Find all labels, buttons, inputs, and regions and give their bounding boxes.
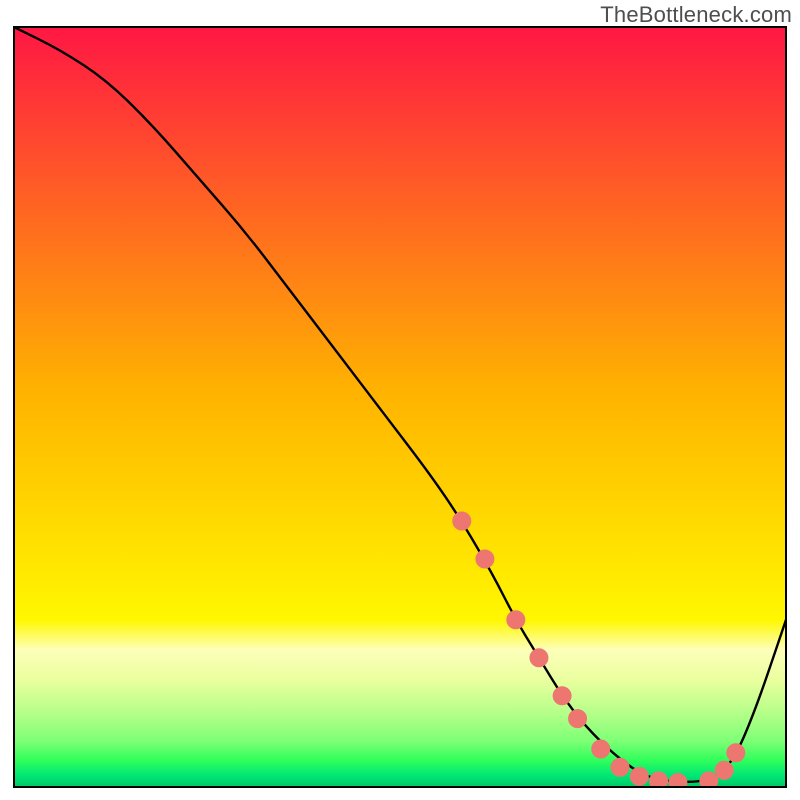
bottleneck-chart <box>0 0 800 800</box>
marker-point <box>530 649 548 667</box>
marker-point <box>507 611 525 629</box>
marker-point <box>569 710 587 728</box>
watermark-text: TheBottleneck.com <box>600 2 792 28</box>
marker-point <box>611 758 629 776</box>
marker-point <box>592 740 610 758</box>
chart-container: { "watermark": "TheBottleneck.com", "col… <box>0 0 800 800</box>
marker-point <box>553 687 571 705</box>
marker-point <box>669 773 687 791</box>
marker-point <box>476 550 494 568</box>
marker-point <box>453 512 471 530</box>
gradient-background <box>14 27 786 787</box>
marker-point <box>630 767 648 785</box>
marker-point <box>715 761 733 779</box>
marker-point <box>727 744 745 762</box>
